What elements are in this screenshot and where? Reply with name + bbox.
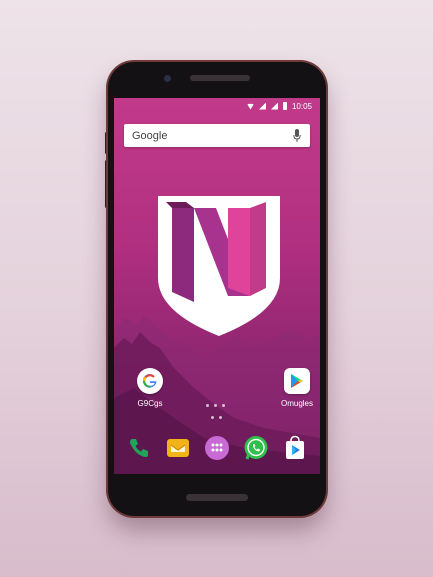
app-drawer-icon[interactable] [203,434,231,462]
signal-icon [258,102,266,110]
phone-screen: 10:05 Google N G9Cgs Omugles [114,98,320,474]
page-dot [214,404,217,407]
wifi-icon [246,103,254,110]
home-app-google[interactable]: G9Cgs [130,368,170,408]
search-label: Google [132,129,168,142]
google-search-bar[interactable]: Google [124,124,310,147]
page-indicator [206,404,225,407]
shield-logo: N [154,192,284,340]
status-time: 10:05 [291,101,312,111]
page-dot [222,404,225,407]
phone-device: 10:05 Google N G9Cgs Omugles [108,62,326,516]
phone-icon[interactable] [125,434,153,462]
status-bar: 10:05 [114,98,320,114]
whatsapp-icon[interactable] [242,434,270,462]
front-camera [164,75,171,82]
dock [114,428,320,468]
page-dot [211,416,214,419]
bottom-speaker-grille [186,494,248,501]
mic-icon[interactable] [292,129,302,143]
earpiece-speaker [190,75,250,81]
page-dot [206,404,209,407]
google-g-icon [137,368,163,394]
home-app-label: Omugles [280,399,313,408]
signal-icon [270,102,278,110]
play-store-bag-icon[interactable] [281,434,309,462]
page-dot [219,416,222,419]
email-icon[interactable] [164,434,192,462]
battery-icon [282,102,287,110]
home-app-play-store[interactable]: Omugles [277,368,317,408]
play-store-icon [284,368,310,394]
logo-letter: N [154,192,155,193]
page-indicator-secondary [211,416,222,419]
home-app-label: G9Cgs [137,399,163,408]
